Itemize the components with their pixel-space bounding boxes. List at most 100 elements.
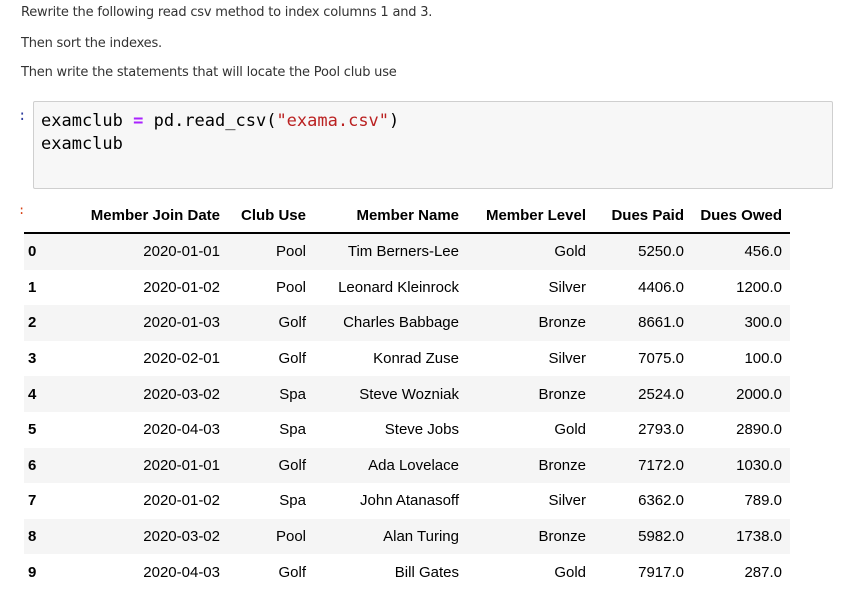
cell-dues-paid: 2524.0 bbox=[638, 385, 684, 403]
table-row: 9 2020-04-03 Golf Bill Gates Gold 7917.0 287.0 bbox=[24, 554, 790, 590]
code-variable: examclub bbox=[41, 111, 134, 131]
question-line-1: Rewrite the following read csv method to… bbox=[21, 5, 433, 20]
row-index: 9 bbox=[28, 563, 37, 581]
table-row: 5 2020-04-03 Spa Steve Jobs Gold 2793.0 2890.0 bbox=[24, 411, 790, 448]
header-dues-paid: Dues Paid bbox=[594, 198, 692, 234]
cell-club-use: Spa bbox=[279, 385, 306, 403]
cell-dues-paid: 5982.0 bbox=[638, 528, 684, 546]
cell-member-name: Leonard Kleinrock bbox=[338, 278, 459, 296]
cell-member-level: Silver bbox=[548, 492, 586, 510]
cell-member-name: Tim Berners-Lee bbox=[347, 243, 459, 261]
code-cell-editor[interactable]: examclub = pd.read_csv("exama.csv") exam… bbox=[33, 101, 833, 189]
table-row: 7 2020-01-02 Spa John Atanasoff Silver 6362.0… bbox=[24, 483, 790, 519]
cell-member-level: Bronze bbox=[538, 456, 586, 474]
code-assign-operator: = bbox=[133, 111, 144, 131]
header-dues-owed: Dues Owed bbox=[692, 198, 790, 234]
table-row: 3 2020-02-01 Golf Konrad Zuse Silver 7075.0 10… bbox=[24, 340, 790, 377]
cell-dues-owed: 287.0 bbox=[744, 563, 782, 581]
row-index: 1 bbox=[28, 278, 37, 296]
cell-member-join-date: 2020-01-02 bbox=[143, 278, 220, 296]
input-prompt: : bbox=[18, 108, 27, 124]
cell-member-name: Konrad Zuse bbox=[373, 350, 459, 368]
question-line-2: Then sort the indexes. bbox=[21, 36, 162, 51]
cell-member-level: Silver bbox=[548, 278, 586, 296]
cell-dues-owed: 2890.0 bbox=[736, 421, 782, 439]
cell-club-use: Spa bbox=[279, 492, 306, 510]
cell-member-join-date: 2020-03-02 bbox=[143, 528, 220, 546]
cell-dues-owed: 100.0 bbox=[744, 350, 782, 368]
cell-member-name: Bill Gates bbox=[394, 563, 459, 581]
cell-dues-owed: 1200.0 bbox=[736, 278, 782, 296]
cell-club-use: Golf bbox=[278, 350, 306, 368]
cell-member-join-date: 2020-04-03 bbox=[143, 421, 220, 439]
row-index: 8 bbox=[28, 528, 37, 546]
cell-club-use: Pool bbox=[275, 278, 306, 296]
dataframe-table: Member Join Date Club Use Member Name Me… bbox=[24, 198, 790, 590]
cell-member-join-date: 2020-02-01 bbox=[143, 350, 220, 368]
cell-club-use: Golf bbox=[278, 563, 306, 581]
cell-dues-owed: 300.0 bbox=[744, 314, 782, 332]
row-index: 3 bbox=[28, 350, 37, 368]
table-row: 4 2020-03-02 Spa Steve Wozniak Bronze 2524.0 2… bbox=[24, 376, 790, 412]
cell-dues-paid: 8661.0 bbox=[638, 314, 684, 332]
header-club-use: Club Use bbox=[228, 198, 314, 234]
header-member-join-date: Member Join Date bbox=[76, 198, 228, 234]
table-row: 6 2020-01-01 Golf Ada Lovelace Bronze 7172.0 1… bbox=[24, 447, 790, 484]
header-member-name: Member Name bbox=[314, 198, 467, 234]
cell-dues-owed: 456.0 bbox=[744, 243, 782, 261]
cell-member-name: Steve Wozniak bbox=[359, 385, 459, 403]
cell-dues-paid: 5250.0 bbox=[638, 243, 684, 261]
cell-member-join-date: 2020-01-01 bbox=[143, 243, 220, 261]
table-row: 8 2020-03-02 Pool Alan Turing Bronze 5982.0 17… bbox=[24, 518, 790, 555]
cell-member-level: Gold bbox=[554, 563, 586, 581]
cell-member-name: Ada Lovelace bbox=[368, 456, 459, 474]
cell-club-use: Golf bbox=[278, 314, 306, 332]
code-call-open: pd.read_csv( bbox=[143, 111, 277, 131]
table-row: 2 2020-01-03 Golf Charles Babbage Bronze 8661… bbox=[24, 305, 790, 341]
header-member-level: Member Level bbox=[467, 198, 594, 234]
cell-dues-owed: 789.0 bbox=[744, 492, 782, 510]
cell-member-join-date: 2020-01-01 bbox=[143, 456, 220, 474]
cell-dues-owed: 1738.0 bbox=[736, 528, 782, 546]
table-row: 0 2020-01-01 Pool Tim Berners-Lee Gold 5250.0… bbox=[24, 233, 790, 270]
row-index: 2 bbox=[28, 314, 37, 332]
row-index: 5 bbox=[28, 421, 37, 439]
cell-member-join-date: 2020-01-03 bbox=[143, 314, 220, 332]
cell-member-level: Bronze bbox=[538, 385, 586, 403]
row-index: 4 bbox=[28, 385, 37, 403]
cell-dues-owed: 1030.0 bbox=[736, 456, 782, 474]
cell-member-name: Steve Jobs bbox=[384, 421, 459, 439]
cell-dues-paid: 2793.0 bbox=[638, 421, 684, 439]
cell-dues-paid: 4406.0 bbox=[638, 278, 684, 296]
cell-dues-paid: 7917.0 bbox=[638, 563, 684, 581]
table-header-row: Member Join Date Club Use Member Name Me… bbox=[24, 198, 790, 234]
cell-member-join-date: 2020-03-02 bbox=[143, 385, 220, 403]
cell-dues-paid: 7172.0 bbox=[638, 456, 684, 474]
cell-club-use: Pool bbox=[275, 528, 306, 546]
cell-member-level: Gold bbox=[554, 421, 586, 439]
code-line-2: examclub bbox=[41, 134, 123, 154]
cell-member-level: Silver bbox=[548, 350, 586, 368]
cell-member-name: Alan Turing bbox=[383, 528, 459, 546]
cell-member-name: Charles Babbage bbox=[343, 314, 459, 332]
table-body: 0 2020-01-01 Pool Tim Berners-Lee Gold 5250.0… bbox=[24, 233, 790, 590]
code-call-close: ) bbox=[389, 111, 400, 131]
cell-dues-paid: 7075.0 bbox=[638, 350, 684, 368]
code-line-1: examclub = pd.read_csv("exama.csv") bbox=[41, 110, 832, 133]
cell-dues-paid: 6362.0 bbox=[638, 492, 684, 510]
cell-member-join-date: 2020-01-02 bbox=[143, 492, 220, 510]
cell-club-use: Pool bbox=[275, 243, 306, 261]
cell-member-level: Bronze bbox=[538, 528, 586, 546]
code-string-literal: "exama.csv" bbox=[276, 111, 390, 131]
question-line-3: Then write the statements that will loca… bbox=[21, 65, 397, 80]
cell-member-level: Bronze bbox=[538, 314, 586, 332]
cell-dues-owed: 2000.0 bbox=[736, 385, 782, 403]
row-index: 7 bbox=[28, 492, 37, 510]
cell-member-join-date: 2020-04-03 bbox=[143, 563, 220, 581]
row-index: 0 bbox=[28, 243, 37, 261]
header-index bbox=[24, 198, 76, 234]
cell-club-use: Spa bbox=[279, 421, 306, 439]
row-index: 6 bbox=[28, 456, 37, 474]
table-row: 1 2020-01-02 Pool Leonard Kleinrock Silver 44… bbox=[24, 269, 790, 306]
cell-member-level: Gold bbox=[554, 243, 586, 261]
